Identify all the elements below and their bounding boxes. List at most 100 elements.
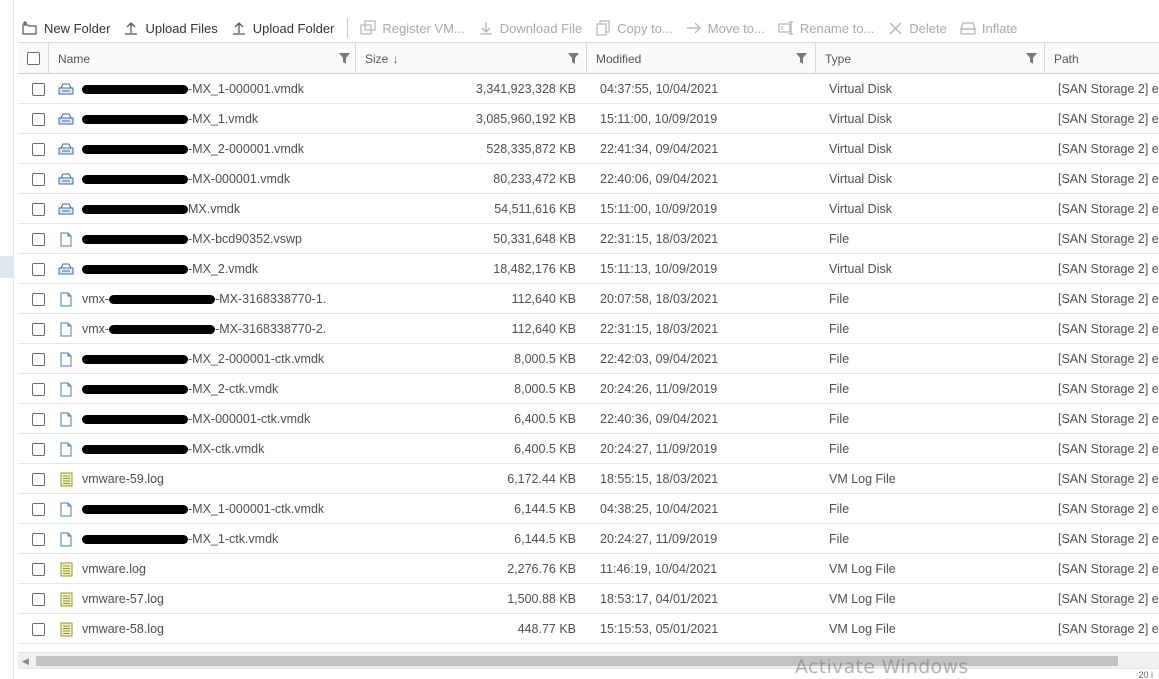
table-row[interactable]: -MX_1-000001.vmdk 3,341,923,328 KB 04:37:5…: [18, 74, 1159, 104]
row-checkbox[interactable]: [32, 442, 45, 456]
file-name: -MX-000001-ctk.vmdk: [188, 412, 311, 426]
size-cell: 6,144.5 KB: [514, 532, 576, 546]
row-checkbox[interactable]: [32, 82, 45, 96]
table-row[interactable]: vmx- -MX-3168338770-2.vs... 112,640 KB 22:3…: [18, 314, 1159, 344]
row-checkbox[interactable]: [32, 262, 45, 276]
table-row[interactable]: -MX_2.vmdk 18,482,176 KB 15:11:13, 10/09/2…: [18, 254, 1159, 284]
table-row[interactable]: MX.vmdk 54,511,616 KB 15:11:00, 10/09/2019…: [18, 194, 1159, 224]
column-header-size[interactable]: Size ↓: [356, 43, 587, 74]
name-cell[interactable]: -MX_2-000001-ctk.vmdk: [58, 344, 326, 374]
table-row[interactable]: vmx- -MX-3168338770-1.vs... 112,640 KB 20:0…: [18, 284, 1159, 314]
row-checkbox-cell: [32, 104, 46, 134]
filter-icon[interactable]: [796, 53, 807, 64]
row-checkbox-cell: [32, 314, 46, 344]
type-cell: Virtual Disk: [829, 262, 892, 276]
row-checkbox[interactable]: [32, 532, 45, 546]
table-row[interactable]: -MX-000001.vmdk 80,233,472 KB 22:40:06, 09…: [18, 164, 1159, 194]
name-cell[interactable]: -MX_1.vmdk: [58, 104, 326, 134]
size-cell: 3,341,923,328 KB: [475, 82, 576, 96]
table-row[interactable]: -MX_1-000001-ctk.vmdk 6,144.5 KB 04:38:25,…: [18, 494, 1159, 524]
row-checkbox[interactable]: [32, 202, 45, 216]
name-cell[interactable]: -MX_2-000001.vmdk: [58, 134, 326, 164]
row-checkbox[interactable]: [32, 322, 45, 336]
table-row[interactable]: -MX-ctk.vmdk 6,400.5 KB 20:24:27, 11/09/20…: [18, 434, 1159, 464]
sort-descending-icon[interactable]: ↓: [392, 52, 398, 66]
virtual-disk-icon: [58, 141, 74, 157]
filter-icon[interactable]: [1026, 53, 1037, 64]
new-folder-button[interactable]: New Folder: [22, 15, 110, 41]
row-checkbox[interactable]: [32, 352, 45, 366]
table-row[interactable]: vmware.log 2,276.76 KB 11:46:19, 10/04/202…: [18, 554, 1159, 584]
upload-folder-button[interactable]: Upload Folder: [231, 15, 334, 41]
name-cell[interactable]: vmx- -MX-3168338770-2.vs...: [58, 314, 326, 344]
column-header-type[interactable]: Type: [816, 43, 1045, 74]
table-row[interactable]: -MX_2-000001-ctk.vmdk 8,000.5 KB 22:42:03,…: [18, 344, 1159, 374]
delete-button[interactable]: Delete: [887, 15, 947, 41]
inflate-button[interactable]: Inflate: [960, 15, 1017, 41]
name-cell[interactable]: -MX-ctk.vmdk: [58, 434, 326, 464]
row-checkbox[interactable]: [32, 232, 45, 246]
table-row[interactable]: -MX_2-ctk.vmdk 8,000.5 KB 20:24:26, 11/09/…: [18, 374, 1159, 404]
row-checkbox[interactable]: [32, 292, 45, 306]
modified-cell: 20:24:27, 11/09/2019: [600, 532, 718, 546]
column-type-label: Type: [825, 51, 852, 66]
name-cell[interactable]: -MX-000001-ctk.vmdk: [58, 404, 326, 434]
name-cell[interactable]: vmware-58.log: [58, 614, 326, 644]
row-checkbox[interactable]: [32, 502, 45, 516]
table-row[interactable]: vmware-57.log 1,500.88 KB 18:53:17, 04/01/…: [18, 584, 1159, 614]
column-header-path[interactable]: Path: [1045, 43, 1159, 74]
name-cell[interactable]: vmware-57.log: [58, 584, 326, 614]
table-row[interactable]: -MX_1-ctk.vmdk 6,144.5 KB 20:24:27, 11/09/…: [18, 524, 1159, 554]
name-cell[interactable]: -MX_2.vmdk: [58, 254, 326, 284]
register-vm-button[interactable]: Register VM...: [360, 15, 465, 41]
filter-icon[interactable]: [339, 53, 350, 64]
table-row[interactable]: -MX-bcd90352.vswp 50,331,648 KB 22:31:15, …: [18, 224, 1159, 254]
name-cell[interactable]: -MX_2-ctk.vmdk: [58, 374, 326, 404]
name-cell[interactable]: -MX-000001.vmdk: [58, 164, 326, 194]
column-header-name[interactable]: Name: [49, 43, 356, 74]
table-row[interactable]: -MX-000001-ctk.vmdk 6,400.5 KB 22:40:36, 0…: [18, 404, 1159, 434]
row-checkbox[interactable]: [32, 412, 45, 426]
name-cell[interactable]: MX.vmdk: [58, 194, 326, 224]
row-checkbox[interactable]: [32, 622, 45, 636]
row-checkbox[interactable]: [32, 112, 45, 126]
rename-to-button[interactable]: Rename to...: [778, 15, 874, 41]
row-checkbox[interactable]: [32, 592, 45, 606]
filter-icon[interactable]: [568, 53, 579, 64]
size-cell: 1,500.88 KB: [507, 592, 576, 606]
table-row[interactable]: vmware-59.log 6,172.44 KB 18:55:15, 18/03/…: [18, 464, 1159, 494]
row-checkbox[interactable]: [32, 382, 45, 396]
name-cell[interactable]: -MX_1-ctk.vmdk: [58, 524, 326, 554]
name-cell[interactable]: vmx- -MX-3168338770-1.vs...: [58, 284, 326, 314]
size-cell: 6,144.5 KB: [514, 502, 576, 516]
name-cell[interactable]: -MX_1-000001.vmdk: [58, 74, 326, 104]
download-file-button[interactable]: Download File: [478, 15, 582, 41]
table-row[interactable]: -MX_2-000001.vmdk 528,335,872 KB 22:41:34,…: [18, 134, 1159, 164]
name-cell[interactable]: vmware.log: [58, 554, 326, 584]
upload-files-label: Upload Files: [145, 20, 218, 36]
table-row[interactable]: vmware-58.log 448.77 KB 15:15:53, 05/01/20…: [18, 614, 1159, 644]
copy-to-button[interactable]: Copy to...: [595, 15, 673, 41]
modified-cell: 15:11:00, 10/09/2019: [600, 112, 718, 126]
row-checkbox[interactable]: [32, 142, 45, 156]
modified-cell: 04:37:55, 10/04/2021: [600, 82, 719, 96]
select-all-checkbox[interactable]: [26, 52, 40, 65]
move-to-button[interactable]: Move to...: [686, 15, 765, 41]
name-cell[interactable]: -MX_1-000001-ctk.vmdk: [58, 494, 326, 524]
file-icon: [58, 231, 74, 247]
size-cell: 8,000.5 KB: [514, 352, 576, 366]
row-checkbox[interactable]: [32, 472, 45, 486]
column-header-modified[interactable]: Modified: [587, 43, 816, 74]
type-cell: VM Log File: [829, 622, 896, 636]
name-cell[interactable]: vmware-59.log: [58, 464, 326, 494]
table-row[interactable]: -MX_1.vmdk 3,085,960,192 KB 15:11:00, 10/0…: [18, 104, 1159, 134]
upload-files-button[interactable]: Upload Files: [123, 15, 218, 41]
scroll-left-icon[interactable]: ◀: [22, 656, 29, 667]
name-cell[interactable]: -MX-bcd90352.vswp: [58, 224, 326, 254]
horizontal-scrollbar[interactable]: ◀: [18, 652, 1159, 668]
row-checkbox[interactable]: [32, 562, 45, 576]
download-file-label: Download File: [499, 20, 583, 36]
row-checkbox-cell: [32, 464, 46, 494]
row-checkbox[interactable]: [32, 172, 45, 186]
modified-cell: 15:11:00, 10/09/2019: [600, 202, 718, 216]
